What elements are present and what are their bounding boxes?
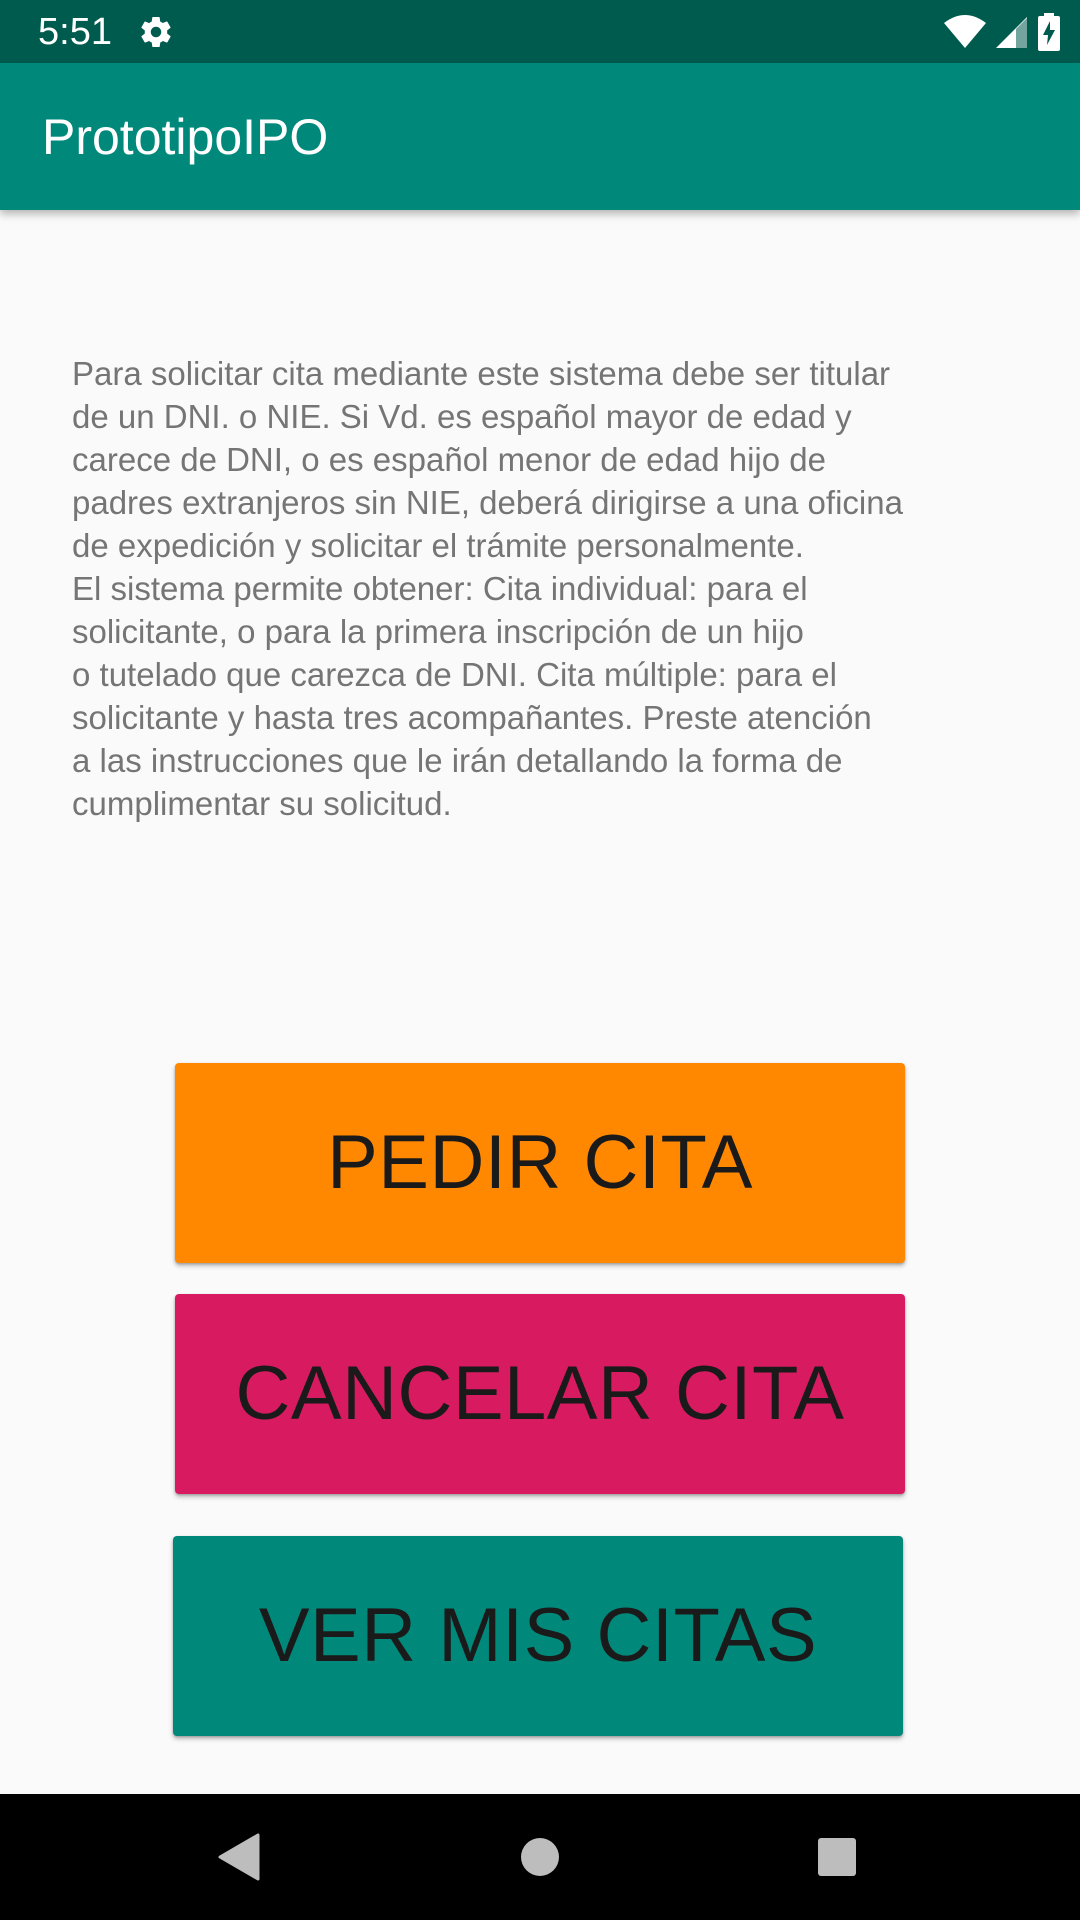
pedir-cita-button[interactable]: PEDIR CITA bbox=[175, 1063, 905, 1263]
home-button[interactable] bbox=[460, 1794, 620, 1920]
cancelar-cita-button[interactable]: CANCELAR CITA bbox=[175, 1294, 905, 1494]
status-time: 5:51 bbox=[38, 11, 112, 53]
navigation-bar bbox=[0, 1794, 1080, 1920]
app-bar: PrototipoIPO bbox=[0, 63, 1080, 210]
settings-gear-icon bbox=[141, 17, 171, 48]
wifi-icon bbox=[944, 15, 986, 48]
screen: 5:51 PrototipoIPO Para solicitar cita me… bbox=[0, 0, 1080, 1920]
back-icon bbox=[218, 1833, 260, 1881]
back-button[interactable] bbox=[159, 1794, 319, 1920]
description-text: Para solicitar cita mediante este sistem… bbox=[72, 355, 903, 822]
cell-signal-icon bbox=[996, 17, 1027, 48]
recents-icon bbox=[818, 1838, 856, 1876]
status-icons bbox=[944, 12, 1060, 52]
status-bar: 5:51 bbox=[0, 0, 1080, 63]
ver-mis-citas-button[interactable]: VER MIS CITAS bbox=[173, 1536, 903, 1736]
battery-charging-icon bbox=[1038, 13, 1060, 51]
recents-button[interactable] bbox=[757, 1794, 917, 1920]
app-title: PrototipoIPO bbox=[42, 109, 329, 165]
home-icon bbox=[521, 1838, 559, 1876]
main-content: Para solicitar cita mediante este sistem… bbox=[0, 210, 1080, 1794]
